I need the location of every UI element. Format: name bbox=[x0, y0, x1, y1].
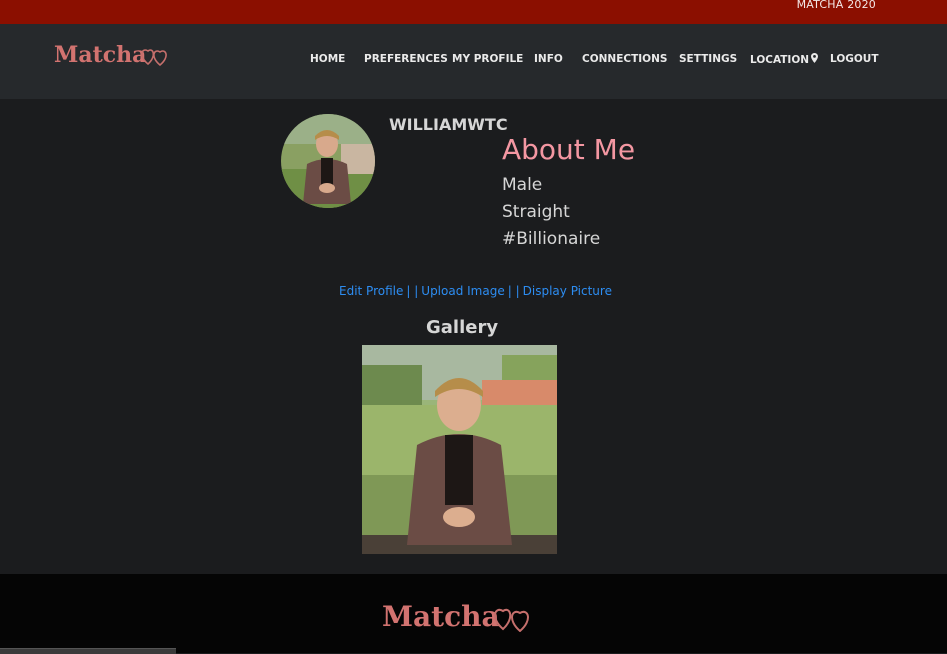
nav-info[interactable]: INFO bbox=[534, 53, 563, 65]
nav-my-profile[interactable]: MY PROFILE bbox=[452, 53, 523, 65]
footer-logo[interactable]: Matcha bbox=[382, 600, 536, 633]
link-separator: | | bbox=[406, 284, 419, 298]
upload-image-link[interactable]: Upload Image bbox=[421, 284, 504, 298]
nav-location[interactable]: LOCATION bbox=[750, 53, 819, 66]
nav-location-label: LOCATION bbox=[750, 54, 810, 66]
about-me-title: About Me bbox=[502, 133, 636, 166]
nav-connections-label: CONNECTIONS bbox=[582, 53, 668, 65]
main-nav: HOME PREFERENCES MY PROFILE INFO CONNECT… bbox=[0, 53, 947, 69]
nav-my-profile-label: MY PROFILE bbox=[452, 53, 524, 65]
gallery-photo bbox=[362, 345, 557, 554]
top-banner: MATCHA 2020 bbox=[0, 0, 947, 24]
gender-text: Male bbox=[502, 175, 543, 195]
footer: Matcha bbox=[0, 574, 947, 653]
nav-settings-label: SETTINGS bbox=[679, 53, 738, 65]
link-separator: | | bbox=[507, 284, 520, 298]
horizontal-scrollbar[interactable] bbox=[0, 648, 176, 654]
profile-section: WILLIAMWTC About Me Male Straight #Billi… bbox=[0, 99, 947, 574]
gallery-image[interactable] bbox=[362, 345, 557, 554]
nav-logout-label: LOGOUT bbox=[830, 53, 879, 65]
nav-home[interactable]: HOME bbox=[310, 53, 345, 65]
nav-preferences[interactable]: PREFERENCES bbox=[364, 53, 448, 65]
username: WILLIAMWTC bbox=[389, 115, 508, 134]
nav-connections[interactable]: CONNECTIONS bbox=[582, 53, 667, 65]
edit-profile-link[interactable]: Edit Profile bbox=[339, 284, 403, 298]
top-banner-text: MATCHA 2020 bbox=[796, 0, 876, 11]
avatar-photo bbox=[281, 114, 375, 208]
display-picture-link[interactable]: Display Picture bbox=[523, 284, 612, 298]
gallery-title: Gallery bbox=[426, 317, 499, 338]
avatar[interactable] bbox=[281, 114, 375, 208]
nav-logout[interactable]: LOGOUT bbox=[830, 53, 878, 65]
nav-preferences-label: PREFERENCES bbox=[364, 53, 448, 65]
nav-home-label: HOME bbox=[310, 53, 346, 65]
hearts-icon bbox=[493, 608, 529, 632]
map-pin-icon bbox=[811, 53, 819, 63]
footer-logo-text: Matcha bbox=[382, 600, 500, 633]
nav-info-label: INFO bbox=[534, 53, 563, 65]
profile-actions: Edit Profile | | Upload Image | | Display Pi… bbox=[339, 284, 612, 298]
orientation-text: Straight bbox=[502, 202, 570, 222]
interest-tag: #Billionaire bbox=[502, 229, 601, 249]
navbar: Matcha HOME PREFERENCES MY PROFILE INFO … bbox=[0, 24, 947, 99]
nav-settings[interactable]: SETTINGS bbox=[679, 53, 737, 65]
